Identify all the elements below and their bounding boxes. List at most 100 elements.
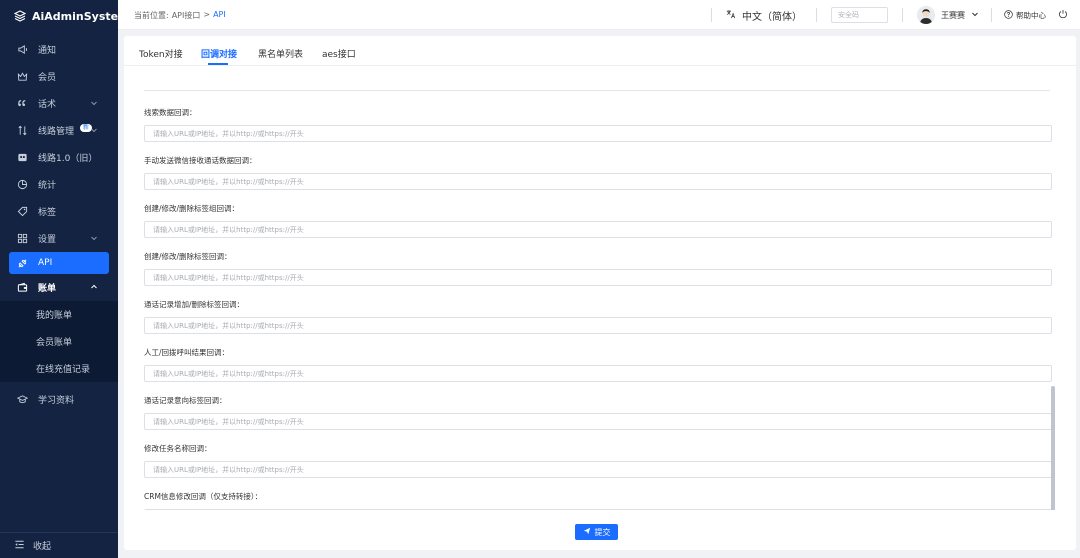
power-icon: [1058, 9, 1068, 22]
sidebar-item-label: 设置: [38, 235, 57, 245]
form-field: 通话记录意向标签回调：: [144, 395, 1052, 430]
graduation-icon: [17, 394, 28, 405]
clue-data-callback-input[interactable]: [144, 125, 1052, 142]
menu-fold-icon: [14, 539, 25, 553]
field-label: 通话记录增加/删除标签回调：: [144, 300, 245, 309]
form-field: 人工/回拨呼叫结果回调：: [144, 347, 1052, 382]
tab-blacklist[interactable]: 黑名单列表: [258, 47, 303, 60]
sidebar-item-api[interactable]: API: [9, 252, 109, 274]
submenu-item-my-bill[interactable]: 我的账单: [0, 301, 118, 328]
submit-label: 提交: [594, 527, 611, 537]
submenu-item-member-bill[interactable]: 会员账单: [0, 328, 118, 355]
sidebar-item-tag[interactable]: 标签: [0, 198, 118, 225]
main-card: Token对接 回调对接 黑名单列表 aes接口 线索数据回调： 手动发送微信接…: [124, 36, 1076, 550]
sidebar-item-notice[interactable]: 通知: [0, 36, 118, 63]
active-tab-indicator: [208, 63, 228, 65]
crm-info-callback-input[interactable]: [144, 509, 1052, 510]
top-header: 当前位置: API接口 > API 中文（简体） 王赛赛 帮助中心: [118, 0, 1080, 30]
sidebar-item-label: 话术: [38, 100, 57, 110]
sidebar-item-label: API: [38, 258, 53, 268]
grid-icon: [17, 233, 28, 244]
breadcrumb-prefix: 当前位置:: [134, 11, 169, 20]
form-field: 手动发送微信接收通话数据回调：: [144, 155, 1052, 190]
callback-form[interactable]: 线索数据回调： 手动发送微信接收通话数据回调： 创建/修改/删除标签组回调： 创…: [124, 84, 1076, 510]
tab-bar: Token对接 回调对接 黑名单列表 aes接口: [124, 36, 1076, 66]
language-switcher[interactable]: 中文（简体）: [712, 8, 816, 23]
call-record-tag-callback-input[interactable]: [144, 317, 1052, 334]
pie-icon: [17, 179, 28, 190]
form-field: 创建/修改/删除标签组回调：: [144, 203, 1052, 238]
field-label: 修改任务名称回调：: [144, 444, 212, 453]
sidebar-item-learning[interactable]: 学习资料: [0, 386, 118, 413]
chevron-down-icon: [90, 234, 98, 242]
field-label: 通话记录意向标签回调：: [144, 396, 227, 405]
app-logo[interactable]: AiAdminSystem: [0, 0, 130, 32]
sidebar-item-stats[interactable]: 统计: [0, 171, 118, 198]
crown-icon: [17, 71, 28, 82]
field-label: 创建/修改/删除标签回调：: [144, 252, 232, 261]
sidebar-item-label: 统计: [38, 181, 57, 191]
wechat-call-data-callback-input[interactable]: [144, 173, 1052, 190]
language-label: 中文（简体）: [742, 11, 802, 23]
submit-button[interactable]: 提交: [575, 524, 618, 540]
form-field: CRM信息修改回调（仅支持转接）：: [144, 491, 1052, 510]
task-name-callback-input[interactable]: [144, 461, 1052, 478]
tab-callback[interactable]: 回调对接: [201, 47, 237, 60]
tag-group-callback-input[interactable]: [144, 221, 1052, 238]
tag-callback-input[interactable]: [144, 269, 1052, 286]
sidebar-item-route-legacy[interactable]: 线路1.0（旧）: [0, 144, 118, 171]
tag-icon: [17, 206, 28, 217]
breadcrumb-separator: >: [203, 10, 211, 19]
route-icon: [17, 125, 28, 136]
user-menu[interactable]: 王赛赛: [903, 6, 991, 24]
form-field: 创建/修改/删除标签回调：: [144, 251, 1052, 286]
chevron-up-icon: [90, 283, 98, 291]
help-label: 帮助中心: [1016, 10, 1046, 20]
send-icon: [583, 527, 591, 537]
sidebar-item-route[interactable]: 线路管理 新: [0, 117, 118, 144]
collapse-label: 收起: [33, 542, 52, 552]
breadcrumb-parent[interactable]: API接口: [172, 10, 201, 21]
sidebar-item-label: 线路管理: [38, 127, 75, 137]
sidebar-item-settings[interactable]: 设置: [0, 225, 118, 252]
tab-aes[interactable]: aes接口: [322, 47, 356, 60]
submenu-item-recharge-record[interactable]: 在线充值记录: [0, 355, 118, 382]
scrollbar-thumb[interactable]: [1051, 386, 1055, 510]
bill-submenu: 我的账单 会员账单 在线充值记录: [0, 301, 118, 382]
breadcrumb: 当前位置: API接口 > API: [134, 10, 226, 21]
intent-tag-callback-input[interactable]: [144, 413, 1052, 430]
field-label: 线索数据回调：: [144, 108, 197, 117]
tab-token[interactable]: Token对接: [139, 47, 183, 60]
sidebar-item-bill[interactable]: 账单: [0, 274, 118, 301]
security-code-input[interactable]: [831, 7, 888, 23]
help-center-link[interactable]: 帮助中心: [992, 9, 1058, 21]
sidebar-item-label: 通知: [38, 46, 57, 56]
field-label: 创建/修改/删除标签组回调：: [144, 204, 240, 213]
avatar: [917, 6, 935, 24]
divider: [816, 8, 817, 22]
sidebar: AiAdminSystem 通知 会员 话术 线路管理 新 线路1.0（旧） 统: [0, 0, 130, 558]
sidebar-item-label: 会员: [38, 73, 57, 83]
translate-icon: [726, 9, 736, 22]
api-icon: [17, 258, 28, 269]
sidebar-item-label: 账单: [38, 284, 57, 294]
quote-icon: [17, 98, 28, 109]
megaphone-icon: [17, 44, 28, 55]
field-label: 手动发送微信接收通话数据回调：: [144, 156, 257, 165]
chevron-down-icon: [90, 126, 98, 134]
chevron-down-icon: [90, 99, 98, 107]
layers-icon: [13, 10, 27, 22]
sidebar-item-label: 线路1.0（旧）: [38, 154, 98, 164]
sidebar-item-member[interactable]: 会员: [0, 63, 118, 90]
sidebar-collapse[interactable]: 收起: [0, 532, 118, 558]
call-result-callback-input[interactable]: [144, 365, 1052, 382]
field-label: CRM信息修改回调（仅支持转接）：: [144, 492, 263, 501]
chevron-down-icon: [971, 10, 979, 20]
header-actions: 中文（简体） 王赛赛 帮助中心: [711, 0, 1080, 30]
logout-button[interactable]: [1058, 9, 1080, 22]
field-label: 人工/回拨呼叫结果回调：: [144, 348, 230, 357]
sidebar-item-script[interactable]: 话术: [0, 90, 118, 117]
breadcrumb-current: API: [213, 10, 226, 19]
cube-icon: [17, 152, 28, 163]
form-field: 通话记录增加/删除标签回调：: [144, 299, 1052, 334]
